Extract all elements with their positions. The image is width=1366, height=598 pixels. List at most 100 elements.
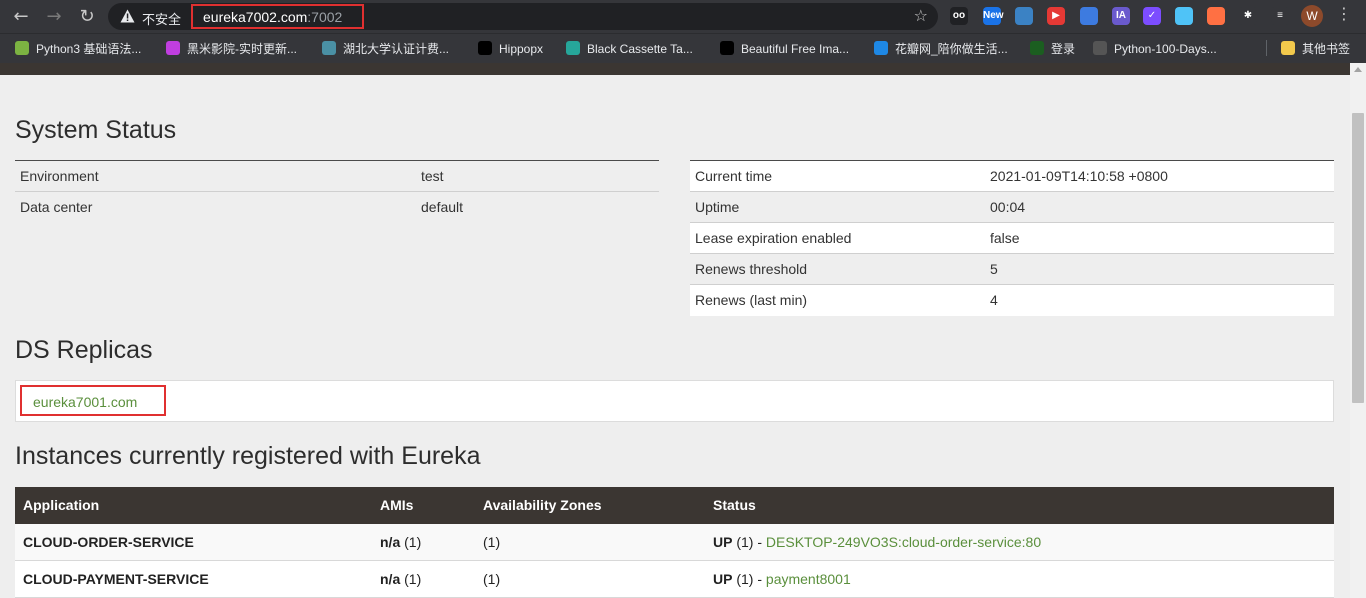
scroll-up-arrow-icon[interactable] [1354,67,1362,72]
header-amis: AMIs [380,497,414,513]
bookmark-label: Python3 基础语法... [36,42,142,56]
status-key: Data center [20,199,93,215]
status-value: 4 [990,292,998,308]
ia-icon[interactable]: IA [1112,7,1130,25]
replica-highlight: eureka7001.com [20,385,166,416]
bookmark-label: Beautiful Free Ima... [741,42,850,56]
page-navbar [0,63,1350,75]
bookmark-favicon-icon [720,41,734,55]
bookmark-label: 湖北大学认证计费... [343,42,450,56]
table-header: Application AMIs Availability Zones Stat… [15,487,1334,524]
ami-count: (1) [404,534,422,550]
system-status-right-table: Current time 2021-01-09T14:10:58 +0800 U… [690,160,1334,316]
url-text[interactable]: eureka7002.com:7002 [203,9,342,25]
status-value: 2021-01-09T14:10:58 +0800 [990,168,1168,184]
baidu-icon[interactable] [1080,7,1098,25]
status-value: false [990,230,1020,246]
bookmark-item[interactable]: 黑米影院-实时更新... [166,40,297,58]
bookmark-label: Black Cassette Ta... [587,42,693,56]
insecure-label: 不安全 [142,12,182,27]
bookmark-item[interactable]: Python-100-Days... [1093,40,1217,58]
status-key: Current time [695,168,773,184]
bookmark-item[interactable]: Beautiful Free Ima... [720,40,849,58]
status-value: 00:04 [990,199,1026,215]
bookmark-favicon-icon [1093,41,1107,55]
status-key: Lease expiration enabled [695,230,852,246]
bookmark-item[interactable]: Python3 基础语法... [15,40,141,58]
bookmark-favicon-icon [322,41,336,55]
instances-title: Instances currently registered with Eure… [15,442,481,470]
profile-avatar[interactable]: W [1301,5,1323,27]
instance-link[interactable]: payment8001 [766,571,851,587]
status-key: Uptime [695,199,740,215]
table-row: Renews (last min) 4 [690,285,1334,316]
playlist-icon[interactable]: ≡ [1271,7,1289,25]
instance-link[interactable]: DESKTOP-249VO3S:cloud-order-service:80 [766,534,1041,550]
scrollbar[interactable] [1350,63,1366,598]
bookmark-item[interactable]: 登录 [1030,40,1075,58]
glasses-icon[interactable]: oo [950,7,968,25]
table-row: CLOUD-ORDER-SERVICE n/a (1) (1) UP (1) -… [15,524,1334,561]
bookmark-label: Hippopx [499,42,544,56]
table-row: Renews threshold 5 [690,254,1334,285]
table-row: Uptime 00:04 [690,192,1334,223]
table-row: Environment test [15,161,659,192]
bookmark-favicon-icon [566,41,580,55]
url-port: :7002 [307,9,343,25]
address-bar[interactable]: 不安全 eureka7002.com:7002 ☆ [108,3,938,30]
bookmark-favicon-icon [478,41,492,55]
header-application: Application [23,497,100,513]
browser-toolbar: ← → ↻ 不安全 eureka7002.com:7002 ☆ oo New ▶ IA… [0,0,1366,33]
other-bookmarks[interactable]: 其他书签 [1281,40,1350,58]
youtube-icon[interactable]: ▶ [1047,7,1065,25]
status-count: (1) - [736,534,763,550]
url-highlight[interactable]: eureka7002.com:7002 [191,4,364,29]
status-count: (1) - [736,571,763,587]
status-value: test [421,168,444,184]
menu-dots-icon[interactable]: ⋮ [1336,4,1352,23]
ami-value: n/a [380,571,401,587]
warning-icon [120,9,135,23]
check-icon[interactable]: ✓ [1143,7,1161,25]
colorful-icon[interactable] [1015,7,1033,25]
puzzle-icon[interactable]: ✱ [1239,7,1257,25]
ami-count: (1) [404,571,422,587]
search-badge-icon[interactable] [1175,7,1193,25]
ds-replicas-title: DS Replicas [15,336,153,364]
app-name: CLOUD-ORDER-SERVICE [23,534,194,550]
bookmark-label: 花瓣网_陪你做生活... [895,42,1008,56]
bookmark-favicon-icon [15,41,29,55]
reload-icon[interactable]: ↻ [74,4,100,30]
table-row: Lease expiration enabled false [690,223,1334,254]
bookmark-label: 登录 [1051,42,1076,56]
bookmark-label: Python-100-Days... [1114,42,1217,56]
grid-icon[interactable] [1207,7,1225,25]
bookmarks-bar: Python3 基础语法... 黑米影院-实时更新... 湖北大学认证计费... Hi… [0,33,1366,63]
system-status-left-table: Environment test Data center default [15,160,659,222]
table-row: Data center default [15,192,659,223]
bookmark-favicon-icon [166,41,180,55]
bookmark-item[interactable]: Black Cassette Ta... [566,40,693,58]
scroll-thumb[interactable] [1352,113,1364,403]
header-status: Status [713,497,756,513]
header-zones: Availability Zones [483,497,602,513]
bookmark-favicon-icon [1030,41,1044,55]
replica-link[interactable]: eureka7001.com [33,394,137,410]
bookmark-item[interactable]: Hippopx [478,40,543,58]
back-arrow-icon[interactable]: ← [8,4,34,30]
app-name: CLOUD-PAYMENT-SERVICE [23,571,209,587]
forward-arrow-icon[interactable]: → [41,4,67,30]
bookmark-item[interactable]: 花瓣网_陪你做生活... [874,40,1008,58]
bookmark-item[interactable]: 湖北大学认证计费... [322,40,449,58]
bookmark-star-icon[interactable]: ☆ [914,6,928,25]
system-status-title: System Status [15,116,177,144]
status-up: UP [713,534,733,550]
bookmark-label: 黑米影院-实时更新... [187,42,297,56]
ami-value: n/a [380,534,401,550]
status-key: Environment [20,168,99,184]
status-value: 5 [990,261,998,277]
table-row: CLOUD-PAYMENT-SERVICE n/a (1) (1) UP (1)… [15,561,1334,598]
new-badge-icon[interactable]: New [983,7,1004,25]
url-host: eureka7002.com [203,9,308,25]
folder-icon [1281,41,1295,55]
